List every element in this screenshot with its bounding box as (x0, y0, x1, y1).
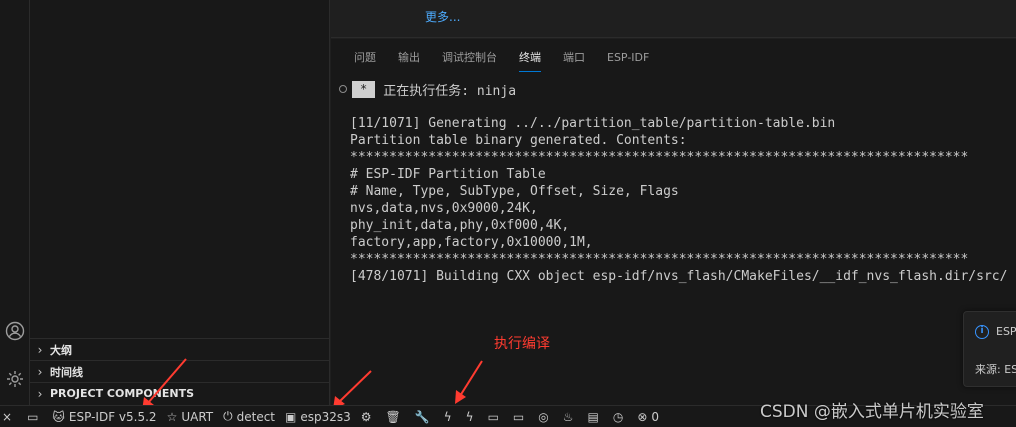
trash-icon: 🗑 (385, 409, 401, 424)
sdkconfig-button[interactable]: ⚙ (356, 406, 381, 427)
activity-bar (0, 0, 30, 405)
target-label: esp32s3 (300, 409, 351, 424)
terminal-line: # Name, Type, SubType, Offset, Size, Fla… (350, 184, 679, 199)
tab-debug-console[interactable]: 调试控制台 (442, 45, 497, 69)
notification-title: ESP (996, 325, 1016, 338)
tab-esp-idf[interactable]: ESP-IDF (607, 47, 649, 68)
task-badge: * (352, 80, 376, 98)
terminal-line: [478/1071] Building CXX object esp-idf/n… (350, 269, 1008, 284)
terminal-line: nvs,data,nvs,0x9000,24K, (350, 201, 538, 216)
uart-button[interactable]: ☆ UART (162, 406, 219, 427)
editor-area: 更多... (331, 0, 1016, 38)
detect-port-button[interactable]: ⏻ detect (218, 406, 280, 427)
more-link[interactable]: 更多... (425, 8, 460, 25)
terminal-line: [11/1071] Generating ../../partition_tab… (350, 116, 836, 131)
monitor-icon: ▭ (512, 409, 525, 424)
terminal-line: factory,app,factory,0x10000,1M, (350, 235, 593, 250)
chevron-right-icon: › (37, 342, 43, 357)
tab-terminal[interactable]: 终端 (519, 45, 541, 72)
annotation-label: 执行编译 (494, 336, 550, 352)
notification-source: 来源: ES (975, 363, 1016, 376)
chevron-right-icon: › (37, 364, 43, 379)
folder-icon: ▭ (27, 409, 39, 424)
tab-problems[interactable]: 问题 (354, 45, 376, 69)
monitor-button[interactable]: ▭ (483, 406, 508, 427)
sidebar-section-label: 时间线 (50, 365, 83, 379)
task-text: 正在执行任务: ninja (383, 83, 517, 99)
bottom-panel: 问题 输出 调试控制台 终端 端口 ESP-IDF * 正在执行任务: ninj… (331, 39, 1016, 405)
espressif-logo-icon: 🐱 (52, 409, 65, 424)
target-chip-button[interactable]: ▣ esp32s3 (280, 406, 356, 427)
terminal-lines: [11/1071] Generating ../../partition_tab… (350, 115, 1007, 285)
sidebar-section-label: 大纲 (50, 343, 72, 357)
terminal-icon: ▤ (587, 409, 599, 424)
lightning-icon: ϟ (465, 409, 474, 424)
terminal-button[interactable]: ▤ (583, 406, 608, 427)
flame-button[interactable]: ♨ (558, 406, 583, 427)
build-button[interactable]: 🔧 (410, 406, 439, 427)
monitor-icon: ▭ (487, 409, 499, 424)
info-icon: i (975, 325, 989, 339)
notification-toast[interactable]: i ESP 来源: ES (963, 311, 1016, 387)
error-icon: ⊗ (637, 409, 648, 424)
esp-idf-version-button[interactable]: 🐱 ESP-IDF v5.5.2 (47, 406, 161, 427)
terminal-line: ****************************************… (350, 252, 969, 267)
problems-count[interactable]: ⊗ 0 (632, 406, 664, 427)
workspace-folder-button[interactable]: ▭ (22, 406, 47, 427)
debug-button[interactable]: ◎ (533, 406, 557, 427)
remote-icon[interactable]: × (0, 406, 22, 427)
task-status-icon (339, 85, 347, 93)
chevron-right-icon: › (37, 386, 43, 401)
errors-count: 0 (651, 409, 660, 424)
wrench-icon: 🔧 (414, 409, 430, 424)
sidebar: › 大纲 › 时间线 › PROJECT COMPONENTS (30, 0, 330, 405)
full-clean-button[interactable]: 🗑 (381, 406, 410, 427)
tab-ports[interactable]: 端口 (563, 45, 585, 69)
uart-label: UART (181, 409, 214, 424)
terminal-line: phy_init,data,phy,0xf000,4K, (350, 218, 570, 233)
terminal-line: # ESP-IDF Partition Table (350, 167, 546, 182)
esp-idf-version-label: ESP-IDF v5.5.2 (68, 409, 157, 424)
watermark: CSDN @嵌入式单片机实验室 (760, 402, 984, 422)
flame-icon: ♨ (562, 409, 574, 424)
circles-icon: ◎ (538, 409, 549, 424)
tab-output[interactable]: 输出 (398, 45, 420, 69)
account-icon[interactable] (0, 316, 30, 346)
plug-icon: ⏻ (223, 409, 233, 423)
flash-button[interactable]: ϟ (439, 406, 461, 427)
chip-icon: ▣ (285, 409, 297, 424)
panel-tab-bar: 问题 输出 调试控制台 终端 端口 ESP-IDF (331, 39, 660, 75)
task-line: * 正在执行任务: ninja (339, 79, 516, 99)
terminal-line: ****************************************… (350, 150, 969, 165)
clock-button[interactable]: ◷ (608, 406, 632, 427)
gear-icon: ⚙ (360, 409, 372, 424)
detect-label: detect (236, 409, 276, 424)
flash-method-button[interactable]: ϟ (461, 406, 483, 427)
settings-gear-icon[interactable] (0, 364, 30, 394)
clock-icon: ◷ (612, 409, 624, 424)
lightning-icon: ϟ (443, 409, 452, 424)
star-icon: ☆ (166, 409, 178, 424)
terminal-output[interactable]: * 正在执行任务: ninja [11/1071] Generating ../… (331, 79, 1016, 399)
build-flash-monitor-button[interactable]: ▭ (508, 406, 533, 427)
terminal-line: Partition table binary generated. Conten… (350, 133, 687, 148)
annotation-arrow-icon (455, 360, 483, 404)
